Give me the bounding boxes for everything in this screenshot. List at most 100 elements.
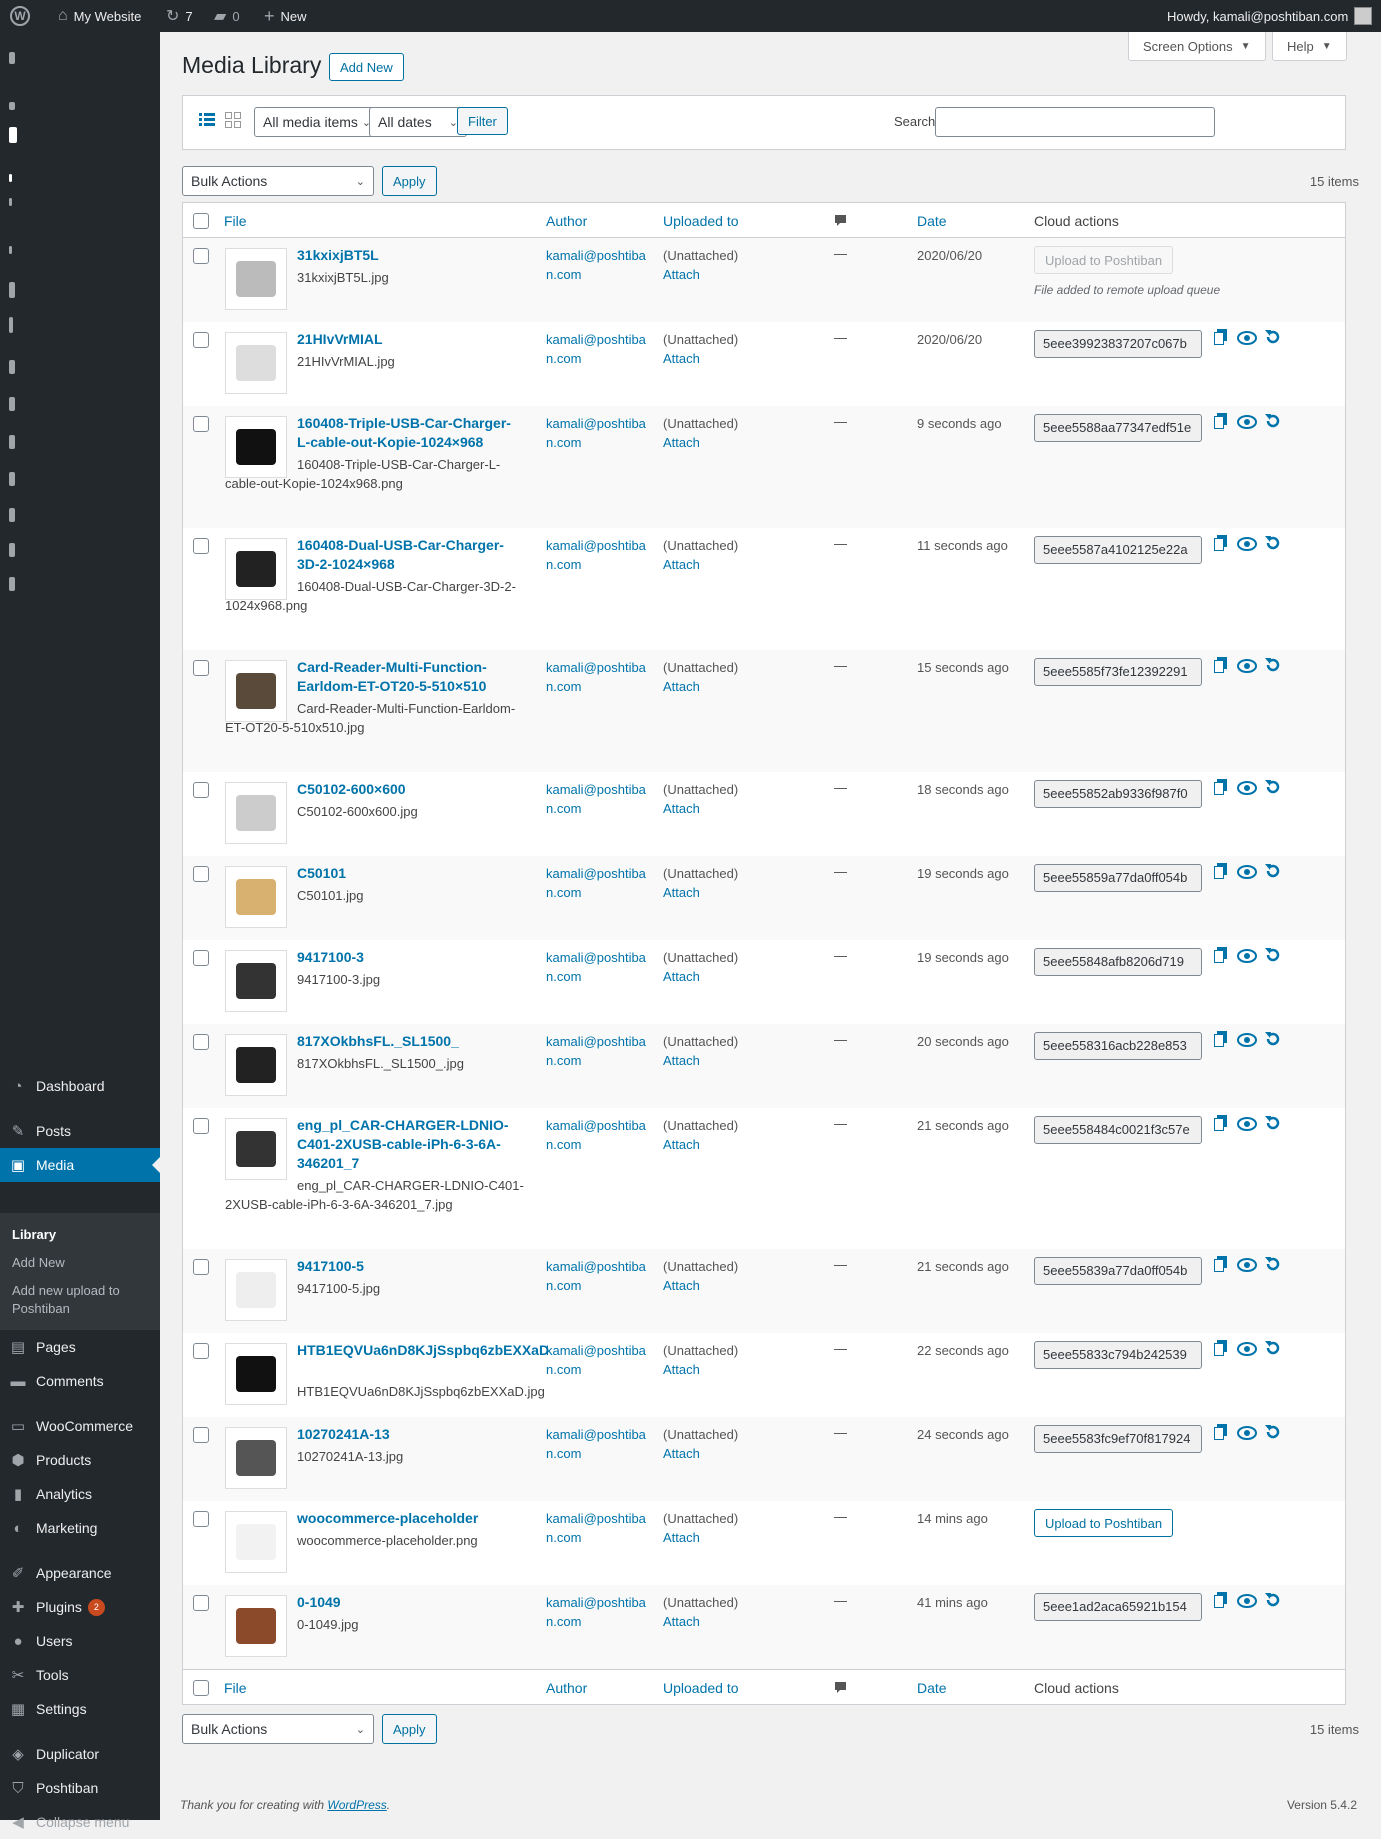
- author-link[interactable]: kamali@poshtiban.com: [546, 948, 646, 986]
- media-thumbnail[interactable]: [225, 1118, 287, 1180]
- media-title-link[interactable]: 9417100-3: [297, 948, 522, 967]
- eye-icon[interactable]: [1236, 1424, 1258, 1445]
- updates-link[interactable]: ↻ 7: [166, 0, 193, 32]
- restore-icon[interactable]: [1262, 1423, 1284, 1446]
- media-title-link[interactable]: woocommerce-placeholder: [297, 1509, 522, 1528]
- copy-icon[interactable]: [1210, 1592, 1232, 1613]
- row-checkbox[interactable]: [193, 866, 209, 882]
- submenu-add-new[interactable]: Add New: [12, 1254, 152, 1272]
- author-link[interactable]: kamali@poshtiban.com: [546, 536, 646, 574]
- media-type-select[interactable]: All media items ⌄: [254, 107, 380, 137]
- row-checkbox[interactable]: [193, 1595, 209, 1611]
- media-thumbnail[interactable]: [225, 332, 287, 394]
- media-title-link[interactable]: 160408-Dual-USB-Car-Charger-3D-2-1024×96…: [297, 536, 522, 574]
- column-author-bottom[interactable]: Author: [546, 1680, 587, 1696]
- row-checkbox[interactable]: [193, 538, 209, 554]
- media-thumbnail[interactable]: [225, 782, 287, 844]
- remote-id-field[interactable]: 5eee55859a77da0ff054b: [1034, 864, 1202, 892]
- attach-link[interactable]: Attach: [663, 1276, 738, 1295]
- copy-icon[interactable]: [1210, 1115, 1232, 1136]
- site-link[interactable]: ⌂ My Website: [58, 0, 141, 32]
- eye-icon[interactable]: [1236, 779, 1258, 800]
- sidebar-item-marketing[interactable]: ◐ Marketing: [0, 1511, 160, 1545]
- wordpress-logo-icon[interactable]: W: [10, 0, 30, 32]
- remote-id-field[interactable]: 5eee5585f73fe12392291: [1034, 658, 1202, 686]
- select-all-checkbox-bottom[interactable]: [193, 1680, 209, 1696]
- column-author[interactable]: Author: [546, 213, 587, 229]
- attach-link[interactable]: Attach: [663, 799, 738, 818]
- sidebar-item-tools[interactable]: ✂ Tools: [0, 1658, 160, 1692]
- attach-link[interactable]: Attach: [663, 1528, 738, 1547]
- row-checkbox[interactable]: [193, 1118, 209, 1134]
- column-date[interactable]: Date: [917, 213, 947, 229]
- attach-link[interactable]: Attach: [663, 883, 738, 902]
- media-title-link[interactable]: 160408-Triple-USB-Car-Charger-L-cable-ou…: [297, 414, 522, 452]
- upload-to-poshtiban-button[interactable]: Upload to Poshtiban: [1034, 1509, 1174, 1537]
- media-title-link[interactable]: Card-Reader-Multi-Function-Earldom-ET-OT…: [297, 658, 522, 696]
- new-content-link[interactable]: + New: [264, 0, 307, 32]
- attach-link[interactable]: Attach: [663, 1612, 738, 1631]
- eye-icon[interactable]: [1236, 1592, 1258, 1613]
- sidebar-item-plugins[interactable]: ✚ Plugins 2: [0, 1590, 160, 1624]
- sidebar-item-duplicator[interactable]: ◈ Duplicator: [0, 1737, 160, 1771]
- row-checkbox[interactable]: [193, 1427, 209, 1443]
- submenu-library[interactable]: Library: [12, 1226, 152, 1244]
- column-uploaded-to[interactable]: Uploaded to: [663, 213, 739, 229]
- media-title-link[interactable]: 9417100-5: [297, 1257, 522, 1276]
- media-title-link[interactable]: C50102-600×600: [297, 780, 522, 799]
- eye-icon[interactable]: [1236, 1340, 1258, 1361]
- attach-link[interactable]: Attach: [663, 1360, 738, 1379]
- remote-id-field[interactable]: 5eee1ad2aca65921b154: [1034, 1593, 1202, 1621]
- copy-icon[interactable]: [1210, 329, 1232, 350]
- remote-id-field[interactable]: 5eee55848afb8206d719: [1034, 948, 1202, 976]
- sidebar-item-dashboard[interactable]: ◔ Dashboard: [0, 1069, 160, 1103]
- restore-icon[interactable]: [1262, 412, 1284, 435]
- list-view-icon[interactable]: [199, 112, 215, 128]
- author-link[interactable]: kamali@poshtiban.com: [546, 1425, 646, 1463]
- author-link[interactable]: kamali@poshtiban.com: [546, 1257, 646, 1295]
- date-select[interactable]: All dates ⌄: [369, 107, 467, 137]
- row-checkbox[interactable]: [193, 1034, 209, 1050]
- sidebar-item-media[interactable]: ▣ Media: [0, 1148, 160, 1182]
- sidebar-item-pages[interactable]: ▤ Pages: [0, 1330, 160, 1364]
- row-checkbox[interactable]: [193, 332, 209, 348]
- media-title-link[interactable]: eng_pl_CAR-CHARGER-LDNIO-C401-2XUSB-cabl…: [297, 1116, 522, 1173]
- row-checkbox[interactable]: [193, 950, 209, 966]
- copy-icon[interactable]: [1210, 657, 1232, 678]
- sidebar-item-posts[interactable]: ✎ Posts: [0, 1114, 160, 1148]
- author-link[interactable]: kamali@poshtiban.com: [546, 414, 646, 452]
- apply-button-top[interactable]: Apply: [382, 166, 437, 196]
- help-tab[interactable]: Help ▼: [1272, 32, 1347, 61]
- row-checkbox[interactable]: [193, 1343, 209, 1359]
- copy-icon[interactable]: [1210, 413, 1232, 434]
- attach-link[interactable]: Attach: [663, 967, 738, 986]
- column-file[interactable]: File: [224, 213, 247, 229]
- sidebar-item-appearance[interactable]: ✐ Appearance: [0, 1556, 160, 1590]
- attach-link[interactable]: Attach: [663, 265, 738, 284]
- collapse-menu[interactable]: ◀ Collapse menu: [0, 1805, 160, 1839]
- eye-icon[interactable]: [1236, 1256, 1258, 1277]
- restore-icon[interactable]: [1262, 534, 1284, 557]
- account-menu[interactable]: Howdy, kamali@poshtiban.com: [1167, 0, 1373, 32]
- media-thumbnail[interactable]: [225, 248, 287, 310]
- author-link[interactable]: kamali@poshtiban.com: [546, 330, 646, 368]
- copy-icon[interactable]: [1210, 1256, 1232, 1277]
- eye-icon[interactable]: [1236, 413, 1258, 434]
- eye-icon[interactable]: [1236, 329, 1258, 350]
- attach-link[interactable]: Attach: [663, 555, 738, 574]
- add-new-button[interactable]: Add New: [329, 53, 404, 81]
- remote-id-field[interactable]: 5eee55839a77da0ff054b: [1034, 1257, 1202, 1285]
- author-link[interactable]: kamali@poshtiban.com: [546, 1116, 646, 1154]
- copy-icon[interactable]: [1210, 1340, 1232, 1361]
- restore-icon[interactable]: [1262, 1591, 1284, 1614]
- restore-icon[interactable]: [1262, 1114, 1284, 1137]
- sidebar-item-comments[interactable]: ▬ Comments: [0, 1364, 160, 1398]
- eye-icon[interactable]: [1236, 1115, 1258, 1136]
- media-title-link[interactable]: HTB1EQVUa6nD8KJjSspbq6zbEXXaD: [297, 1341, 549, 1360]
- column-file-bottom[interactable]: File: [224, 1680, 247, 1696]
- screen-options-tab[interactable]: Screen Options ▼: [1128, 32, 1266, 61]
- copy-icon[interactable]: [1210, 535, 1232, 556]
- media-thumbnail[interactable]: [225, 1595, 287, 1657]
- copy-icon[interactable]: [1210, 1031, 1232, 1052]
- attach-link[interactable]: Attach: [663, 1135, 738, 1154]
